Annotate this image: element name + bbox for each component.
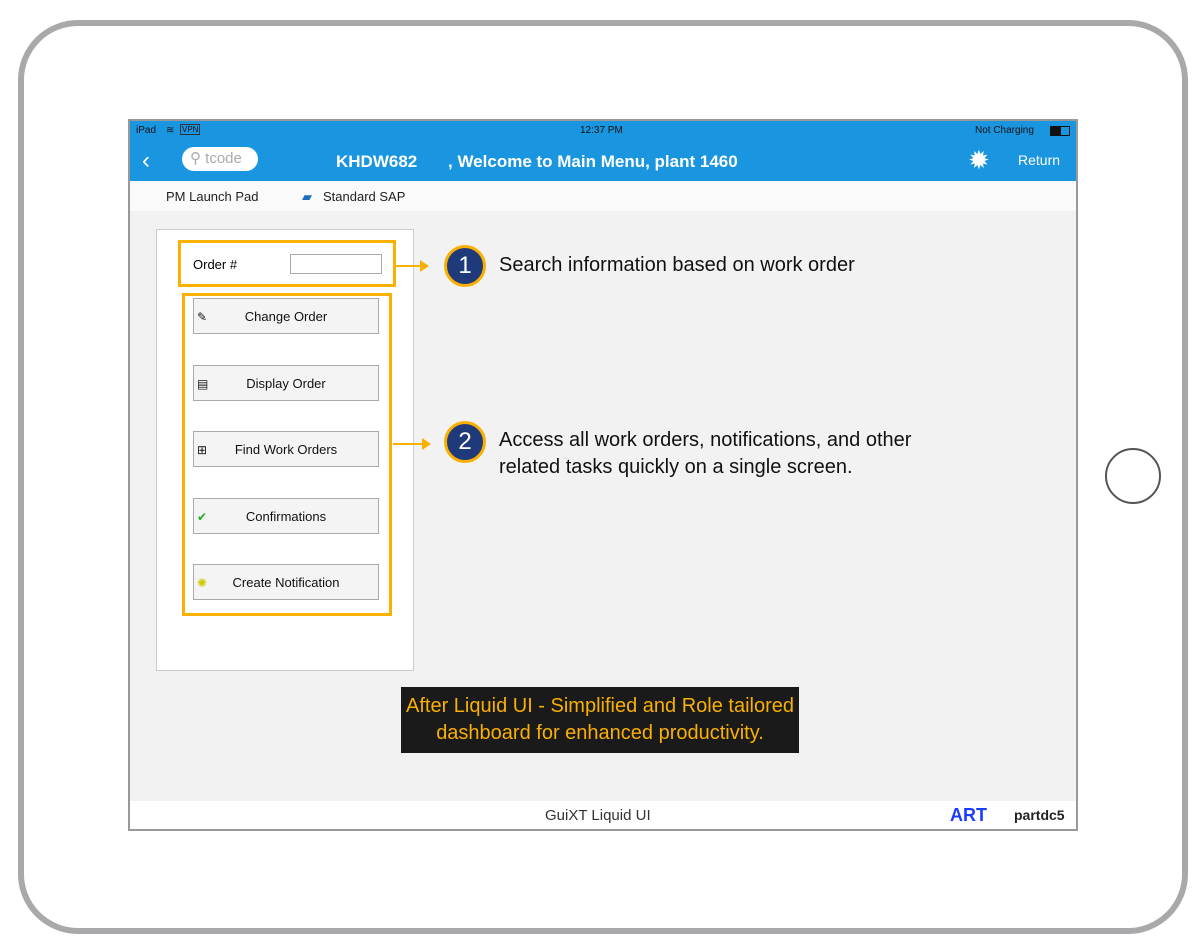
footer: GuiXT Liquid UI ART partdc5 — [130, 801, 1076, 829]
home-button[interactable] — [1105, 448, 1161, 504]
callout-text-2: Access all work orders, notifications, a… — [499, 427, 911, 481]
tab-bar: PM Launch Pad ▰ Standard SAP — [130, 181, 1076, 211]
create-notification-button[interactable]: ✺ Create Notification — [193, 564, 379, 600]
sap-icon: ▰ — [302, 189, 312, 204]
search-placeholder: tcode — [205, 150, 242, 167]
user-id: KHDW682 — [336, 152, 418, 171]
status-bar: iPad ≋ VPN 12:37 PM Not Charging — [130, 121, 1076, 141]
arrow-1 — [395, 260, 429, 272]
battery-status: Not Charging — [975, 125, 1034, 136]
button-label: Find Work Orders — [234, 442, 338, 457]
return-button[interactable]: Return — [1018, 152, 1060, 168]
art-label: ART — [950, 805, 987, 825]
order-input[interactable] — [290, 254, 382, 274]
caption-line: After Liquid UI - Simplified and Role ta… — [406, 695, 794, 717]
clock: 12:37 PM — [580, 125, 623, 136]
battery-icon — [1050, 126, 1070, 136]
callout-badge-1: 1 — [444, 245, 486, 287]
app-screen: iPad ≋ VPN 12:37 PM Not Charging ‹ ⚲ tco… — [128, 119, 1078, 831]
display-order-button[interactable]: ▤ Display Order — [193, 365, 379, 401]
binoculars-icon: ⊞ — [197, 443, 208, 457]
callout-text-1: Search information based on work order — [499, 254, 855, 276]
callout-badge-2: 2 — [444, 421, 486, 463]
wifi-icon: ≋ — [166, 125, 175, 136]
order-label: Order # — [193, 257, 238, 272]
vpn-badge: VPN — [180, 124, 201, 135]
footer-title: GuiXT Liquid UI — [545, 807, 651, 824]
back-icon[interactable]: ‹ — [142, 147, 150, 175]
checkmark-icon: ✔ — [197, 510, 208, 524]
button-label: Change Order — [244, 309, 328, 324]
device-label: iPad — [136, 125, 157, 136]
button-label: Create Notification — [232, 575, 340, 590]
confirmations-button[interactable]: ✔ Confirmations — [193, 498, 379, 534]
gear-icon[interactable]: ✹ — [968, 145, 990, 176]
tcode-search[interactable]: ⚲ tcode — [182, 147, 258, 171]
find-work-orders-button[interactable]: ⊞ Find Work Orders — [193, 431, 379, 467]
callout-line: Access all work orders, notifications, a… — [499, 429, 912, 451]
lightbulb-icon: ✺ — [197, 576, 208, 590]
server-name: partdc5 — [1014, 807, 1065, 823]
button-label: Display Order — [246, 376, 326, 391]
callout-line: related tasks quickly on a single screen… — [499, 456, 853, 478]
tab-pm-launch-pad[interactable]: PM Launch Pad — [166, 189, 259, 204]
search-icon: ⚲ — [190, 150, 201, 167]
change-order-button[interactable]: ✎ Change Order — [193, 298, 379, 334]
edit-icon: ✎ — [197, 310, 208, 324]
button-label: Confirmations — [245, 509, 327, 524]
page-title: , Welcome to Main Menu, plant 1460 — [448, 152, 738, 171]
tab-standard-sap[interactable]: Standard SAP — [323, 189, 405, 204]
nav-bar: ‹ ⚲ tcode KHDW682 , Welcome to Main Menu… — [130, 141, 1076, 181]
document-icon: ▤ — [197, 377, 209, 391]
caption-box: After Liquid UI - Simplified and Role ta… — [401, 687, 799, 753]
arrow-2 — [393, 438, 431, 450]
caption-line: dashboard for enhanced productivity. — [436, 722, 764, 744]
